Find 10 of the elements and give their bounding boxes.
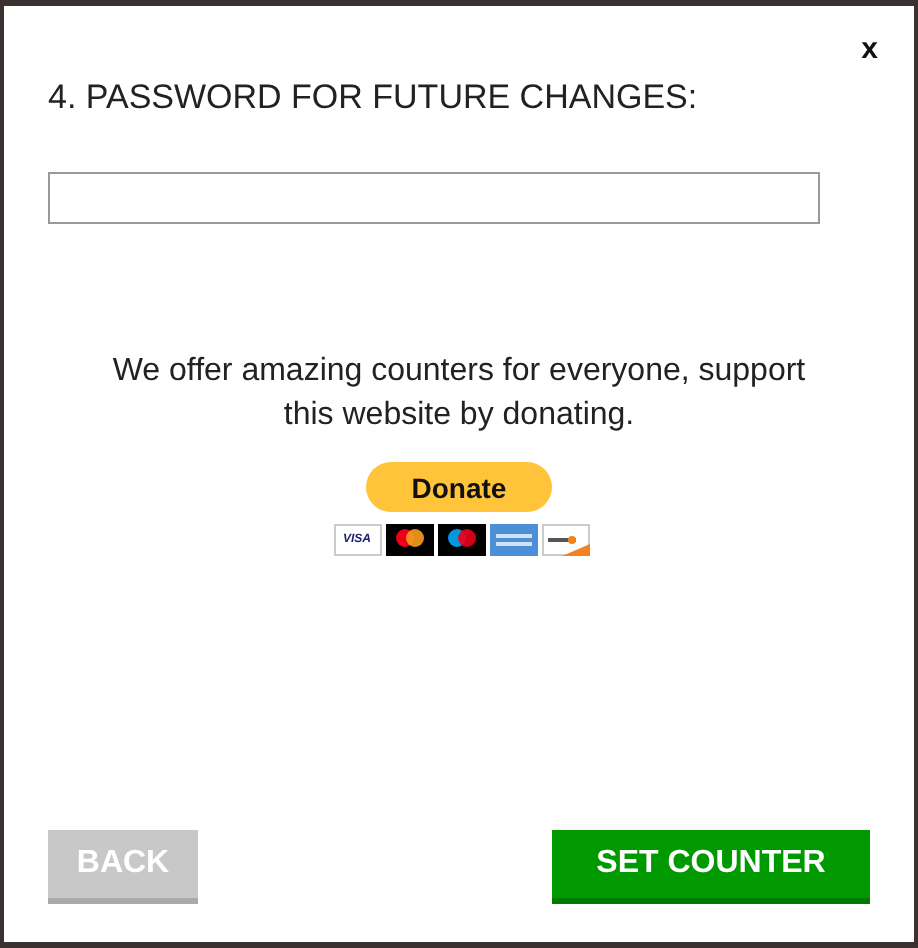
card-logo-icon [385, 524, 433, 557]
donate-button[interactable]: Donate [366, 462, 552, 513]
dialog-title: 4. PASSWORD FOR FUTURE CHANGES: [48, 76, 700, 119]
close-button[interactable]: x [861, 34, 878, 64]
password-field[interactable] [48, 172, 820, 225]
set-counter-button[interactable]: SET COUNTER [552, 830, 870, 904]
card-logo-icon [541, 524, 589, 557]
donation-message: We offer amazing counters for everyone, support this website by donating. [110, 352, 808, 437]
card-logo-icon [489, 524, 537, 557]
card-logo-icon [437, 524, 485, 557]
